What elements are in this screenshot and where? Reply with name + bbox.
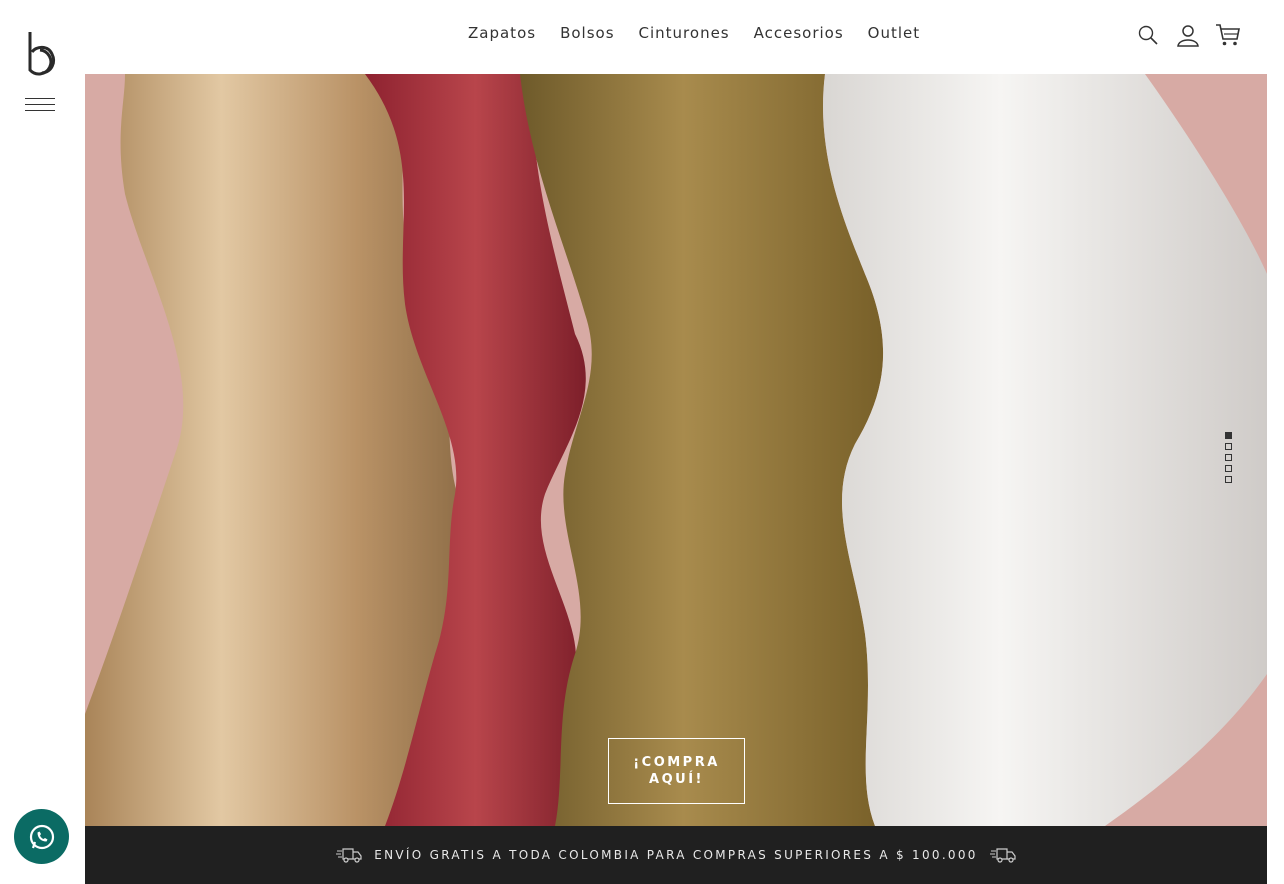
slider-dot-3[interactable] [1225,454,1232,461]
nav-item-zapatos[interactable]: Zapatos [468,24,536,42]
slider-dot-2[interactable] [1225,443,1232,450]
slider-dots [1225,432,1232,483]
whatsapp-icon [29,824,54,849]
slider-dot-5[interactable] [1225,476,1232,483]
nav-item-outlet[interactable]: Outlet [868,24,920,42]
truck-icon [989,848,1016,863]
nav-item-accesorios[interactable]: Accesorios [754,24,844,42]
truck-icon [336,848,362,863]
nav-item-bolsos[interactable]: Bolsos [560,24,614,42]
user-icon[interactable] [1175,22,1201,48]
brand-logo[interactable] [26,30,58,76]
hero-image [85,74,1267,826]
main-nav: Zapatos Bolsos Cinturones Accesorios Out… [468,24,944,42]
top-header: Zapatos Bolsos Cinturones Accesorios Out… [85,0,1284,74]
nav-item-cinturones[interactable]: Cinturones [639,24,730,42]
hero-banner[interactable]: ¡COMPRA AQUÍ! [85,74,1267,826]
shipping-text: ENVÍO GRATIS A TODA COLOMBIA PARA COMPRA… [374,848,978,862]
header-icons [1135,22,1241,48]
whatsapp-button[interactable] [14,809,69,864]
shop-now-button[interactable]: ¡COMPRA AQUÍ! [608,738,745,804]
slider-dot-4[interactable] [1225,465,1232,472]
slider-dot-1[interactable] [1225,432,1232,439]
menu-hamburger-icon[interactable] [25,98,55,114]
search-icon[interactable] [1135,22,1161,48]
cart-icon[interactable] [1215,22,1241,48]
free-shipping-banner: ENVÍO GRATIS A TODA COLOMBIA PARA COMPRA… [85,826,1267,884]
left-rail [0,0,85,884]
